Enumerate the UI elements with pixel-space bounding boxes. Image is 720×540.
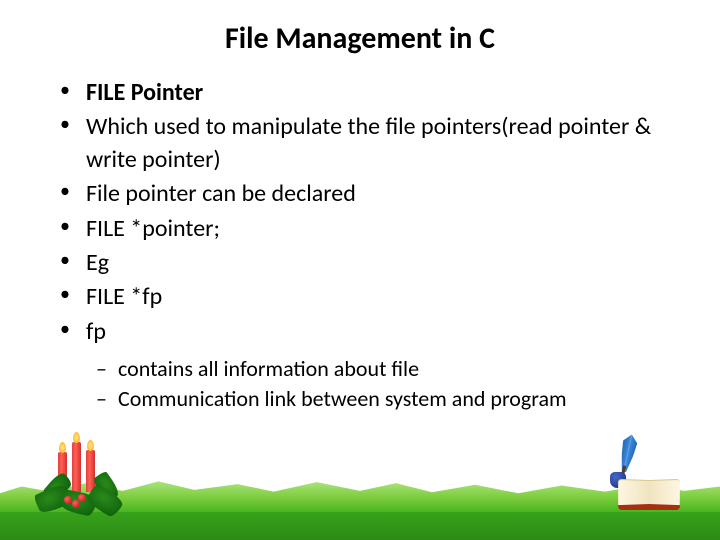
bullet-item: Eg bbox=[60, 247, 680, 279]
holly-candles-icon bbox=[30, 440, 130, 520]
slide: File Management in C FILE Pointer Which … bbox=[0, 0, 720, 540]
quill-feather-icon bbox=[615, 433, 641, 474]
bullet-text: FILE *pointer; bbox=[86, 214, 220, 243]
bullet-text: FILE *fp bbox=[86, 282, 162, 311]
book-page-icon bbox=[649, 479, 680, 505]
bullet-item: FILE *pointer; bbox=[60, 213, 680, 245]
holly-berry-icon bbox=[64, 496, 72, 504]
bullet-text: fp bbox=[86, 317, 106, 346]
sub-bullet-text: Communication link between system and pr… bbox=[118, 385, 567, 412]
sub-bullet-list: contains all information about file Comm… bbox=[40, 354, 680, 413]
flame-icon bbox=[87, 440, 94, 451]
book-quill-icon bbox=[610, 440, 690, 510]
bullet-item: File pointer can be declared bbox=[60, 178, 680, 210]
sub-bullet-item: Communication link between system and pr… bbox=[96, 384, 680, 414]
bullet-item: Which used to manipulate the file pointe… bbox=[60, 111, 680, 176]
holly-berry-icon bbox=[78, 494, 86, 502]
bullet-item: FILE *fp bbox=[60, 281, 680, 313]
book-page-icon bbox=[618, 479, 649, 505]
sub-bullet-text: contains all information about file bbox=[118, 355, 419, 382]
bullet-item: FILE Pointer bbox=[60, 77, 680, 109]
bullet-text: Eg bbox=[86, 248, 109, 277]
flame-icon bbox=[73, 432, 80, 443]
slide-title: File Management in C bbox=[40, 20, 680, 57]
bullet-text: File pointer can be declared bbox=[86, 179, 356, 208]
book-icon bbox=[618, 478, 680, 510]
sub-bullet-item: contains all information about file bbox=[96, 354, 680, 384]
bullet-text: Which used to manipulate the file pointe… bbox=[86, 112, 651, 173]
bullet-item: fp bbox=[60, 316, 680, 348]
flame-icon bbox=[59, 442, 66, 453]
candle-icon bbox=[72, 442, 81, 492]
bullet-list: FILE Pointer Which used to manipulate th… bbox=[40, 77, 680, 348]
bullet-text: FILE Pointer bbox=[86, 78, 203, 107]
